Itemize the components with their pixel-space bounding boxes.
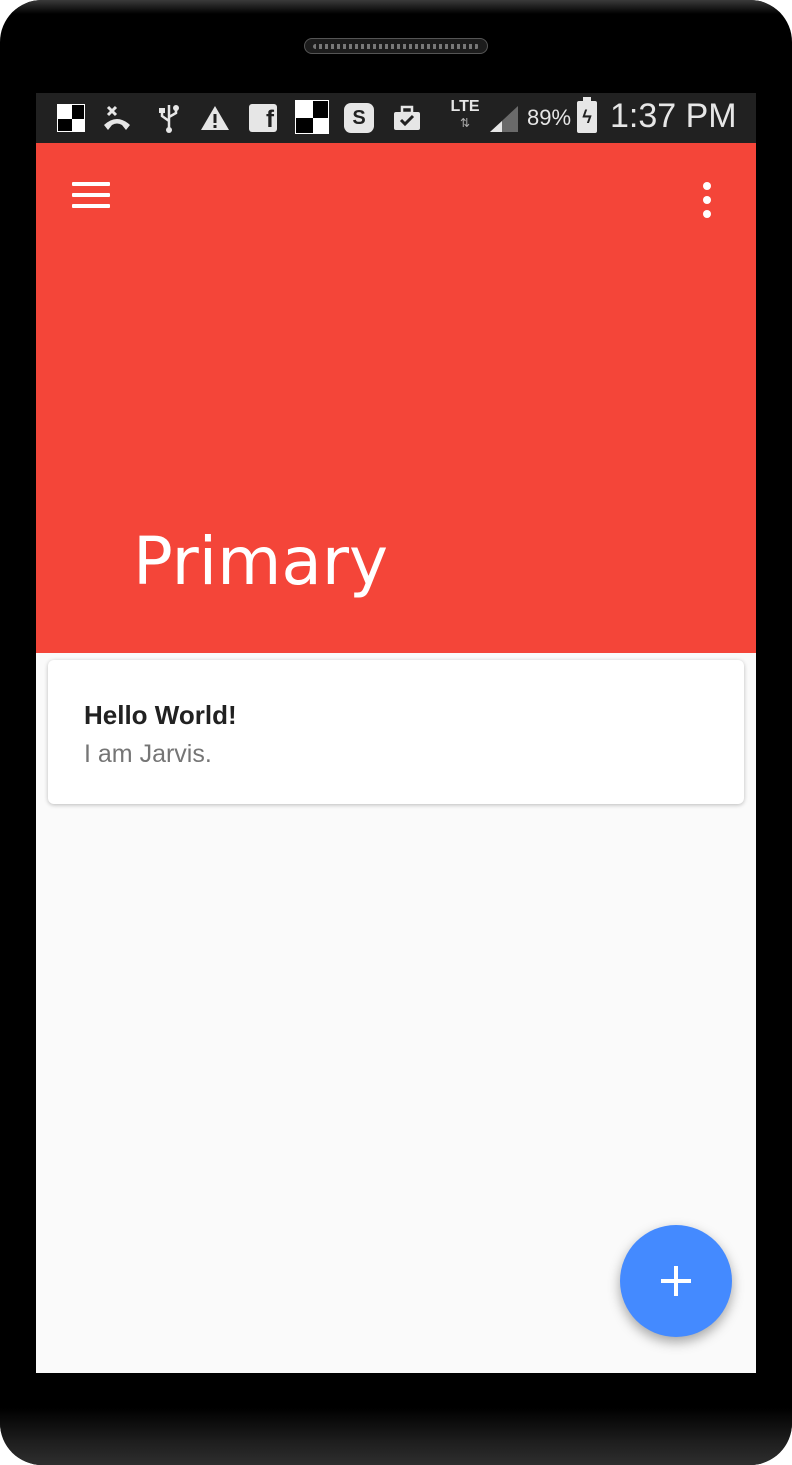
plus-icon <box>661 1266 691 1296</box>
warning-icon <box>200 103 230 133</box>
battery-percent: 89% <box>527 105 572 130</box>
page-title: Primary <box>133 523 389 600</box>
card-title: Hello World! <box>84 700 237 730</box>
phone-speaker <box>304 38 488 54</box>
app-bar: Primary <box>36 143 756 653</box>
signal-icon <box>488 104 520 134</box>
briefcase-check-icon <box>392 103 422 133</box>
skype-icon: S <box>344 103 374 133</box>
more-vert-icon[interactable] <box>682 165 732 235</box>
phone-frame: f S LTE ⇅ 89% ϟ 1:37 PM Primary Hello Wo… <box>0 0 792 1465</box>
phone-rim <box>0 0 792 14</box>
hamburger-menu-icon[interactable] <box>56 165 126 225</box>
card-text: I am Jarvis. <box>84 740 212 768</box>
battery-charging-icon: ϟ <box>577 97 597 133</box>
facebook-icon: f <box>248 103 278 133</box>
network-type: LTE ⇅ <box>450 98 480 131</box>
status-time: 1:37 PM <box>610 97 737 135</box>
checker-icon <box>56 103 86 133</box>
add-fab-button[interactable] <box>620 1225 732 1337</box>
usb-icon <box>154 103 184 133</box>
missed-call-icon <box>102 103 132 133</box>
list-item-card[interactable]: Hello World! I am Jarvis. <box>48 660 744 804</box>
app-screen: f S LTE ⇅ 89% ϟ 1:37 PM Primary Hello Wo… <box>36 93 756 1373</box>
status-bar: f S LTE ⇅ 89% ϟ 1:37 PM <box>36 93 756 143</box>
checker-icon <box>294 99 330 135</box>
phone-chin <box>0 1408 792 1465</box>
